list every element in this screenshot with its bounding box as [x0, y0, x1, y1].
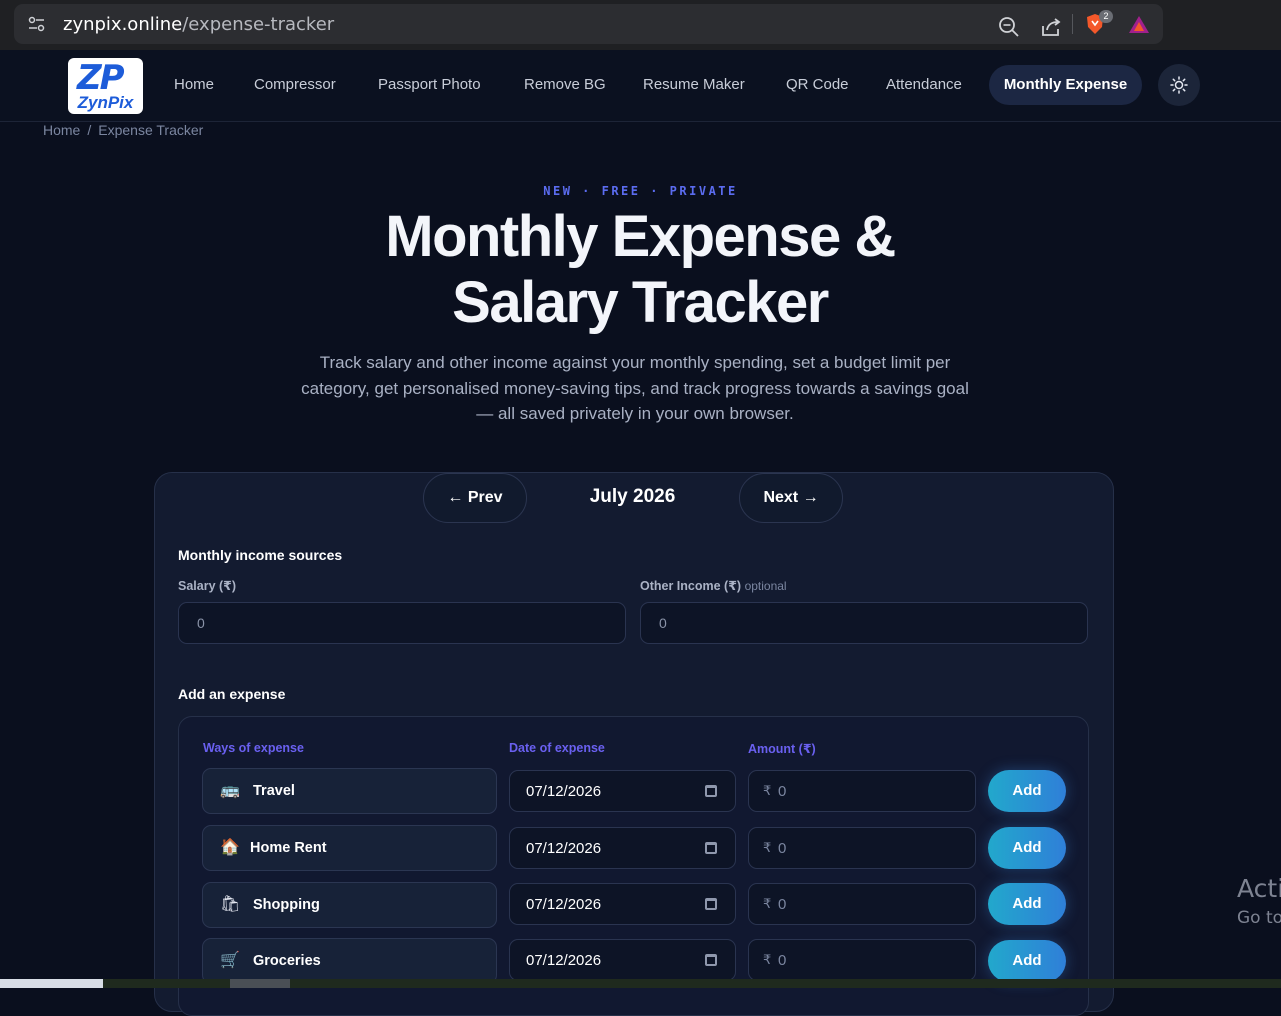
add-expense-button[interactable]: Add: [988, 883, 1066, 925]
address-bar[interactable]: zynpix.online/expense-tracker 2: [14, 4, 1163, 44]
nav-link-monthly-expense[interactable]: Monthly Expense: [989, 65, 1142, 105]
prev-month-button[interactable]: ← Prev: [423, 473, 527, 523]
col-header-date: Date of expense: [509, 741, 605, 755]
taskbar-item[interactable]: [0, 979, 103, 988]
nav-link-resume-maker[interactable]: Resume Maker: [643, 76, 745, 93]
toolbar-divider: [1072, 14, 1073, 34]
nav-link-compressor[interactable]: Compressor: [254, 76, 336, 93]
expense-amount-input[interactable]: ₹ 0: [748, 883, 976, 925]
rupee-symbol: ₹: [763, 783, 772, 798]
calendar-icon[interactable]: [705, 785, 717, 797]
expense-date-input[interactable]: 07/12/2026: [509, 939, 736, 981]
os-taskbar: [0, 979, 1281, 988]
shopping-cart-icon: 🛒: [220, 952, 240, 969]
breadcrumb-current: Expense Tracker: [98, 122, 204, 138]
brave-rewards-icon[interactable]: [1128, 14, 1150, 36]
nav-link-home[interactable]: Home: [174, 76, 214, 93]
breadcrumb-home[interactable]: Home: [43, 122, 80, 138]
sun-icon: [1170, 76, 1188, 94]
calendar-icon[interactable]: [705, 842, 717, 854]
expense-category-shopping: 🛍 Shopping: [202, 882, 497, 928]
zynpix-logo[interactable]: ZP ZynPix: [68, 58, 143, 114]
nav-link-remove-bg[interactable]: Remove BG: [524, 76, 606, 93]
other-income-label: Other Income (₹) optional: [640, 579, 787, 593]
nav-link-attendance[interactable]: Attendance: [886, 76, 962, 93]
logo-mark: ZP: [77, 58, 125, 98]
taskbar-item[interactable]: [230, 979, 290, 988]
nav-link-passport-photo[interactable]: Passport Photo: [378, 76, 481, 93]
expense-amount-input[interactable]: ₹ 0: [748, 770, 976, 812]
windows-activation-watermark: Acti: [1237, 874, 1281, 903]
hero-subtitle: Track salary and other income against yo…: [301, 353, 969, 423]
rupee-symbol: ₹: [763, 952, 772, 967]
expense-section-title: Add an expense: [178, 686, 286, 702]
expense-date-input[interactable]: 07/12/2026: [509, 770, 736, 812]
expense-amount-input[interactable]: ₹ 0: [748, 939, 976, 981]
breadcrumb-separator: /: [87, 122, 92, 138]
expense-category-home-rent: 🏠 Home Rent: [202, 825, 497, 871]
rupee-symbol: ₹: [763, 840, 772, 855]
income-section-title: Monthly income sources: [178, 547, 343, 563]
expense-category-groceries: 🛒 Groceries: [202, 938, 497, 984]
expense-amount-input[interactable]: ₹ 0: [748, 827, 976, 869]
url-text[interactable]: zynpix.online/expense-tracker: [63, 14, 334, 35]
expense-date-input[interactable]: 07/12/2026: [509, 827, 736, 869]
shopping-bags-icon: 🛍: [220, 896, 241, 913]
hero-eyebrow: NEW · FREE · PRIVATE: [543, 184, 738, 198]
rupee-symbol: ₹: [763, 896, 772, 911]
zoom-icon[interactable]: [998, 16, 1020, 38]
add-expense-button[interactable]: Add: [988, 770, 1066, 812]
bus-icon: 🚌: [220, 782, 240, 799]
logo-name: ZynPix: [77, 93, 134, 112]
salary-label: Salary (₹): [178, 579, 237, 593]
site-navbar: ZP ZynPix Home Compressor Passport Photo…: [0, 50, 1281, 122]
expense-date-input[interactable]: 07/12/2026: [509, 883, 736, 925]
col-header-category: Ways of expense: [203, 741, 304, 755]
shield-count-badge: 2: [1099, 10, 1113, 23]
nav-link-qr-code[interactable]: QR Code: [786, 76, 849, 93]
theme-toggle-button[interactable]: [1158, 64, 1200, 106]
house-icon: 🏠: [220, 839, 240, 856]
add-expense-button[interactable]: Add: [988, 940, 1066, 982]
breadcrumb: Home / Expense Tracker: [43, 122, 203, 138]
share-icon[interactable]: [1040, 16, 1062, 38]
windows-activation-watermark-sub: Go to: [1237, 908, 1281, 928]
page-title: Monthly Expense & Salary Tracker: [385, 204, 896, 335]
salary-input[interactable]: 0: [178, 602, 626, 644]
current-month-label: July 2026: [589, 486, 676, 507]
other-income-input[interactable]: 0: [640, 602, 1088, 644]
next-month-button[interactable]: Next →: [739, 473, 843, 523]
calendar-icon[interactable]: [705, 954, 717, 966]
expense-category-travel: 🚌 Travel: [202, 768, 497, 814]
col-header-amount: Amount (₹): [748, 742, 816, 756]
browser-toolbar: zynpix.online/expense-tracker 2: [0, 0, 1281, 50]
calendar-icon[interactable]: [705, 898, 717, 910]
site-settings-icon[interactable]: [28, 16, 46, 32]
add-expense-button[interactable]: Add: [988, 827, 1066, 869]
